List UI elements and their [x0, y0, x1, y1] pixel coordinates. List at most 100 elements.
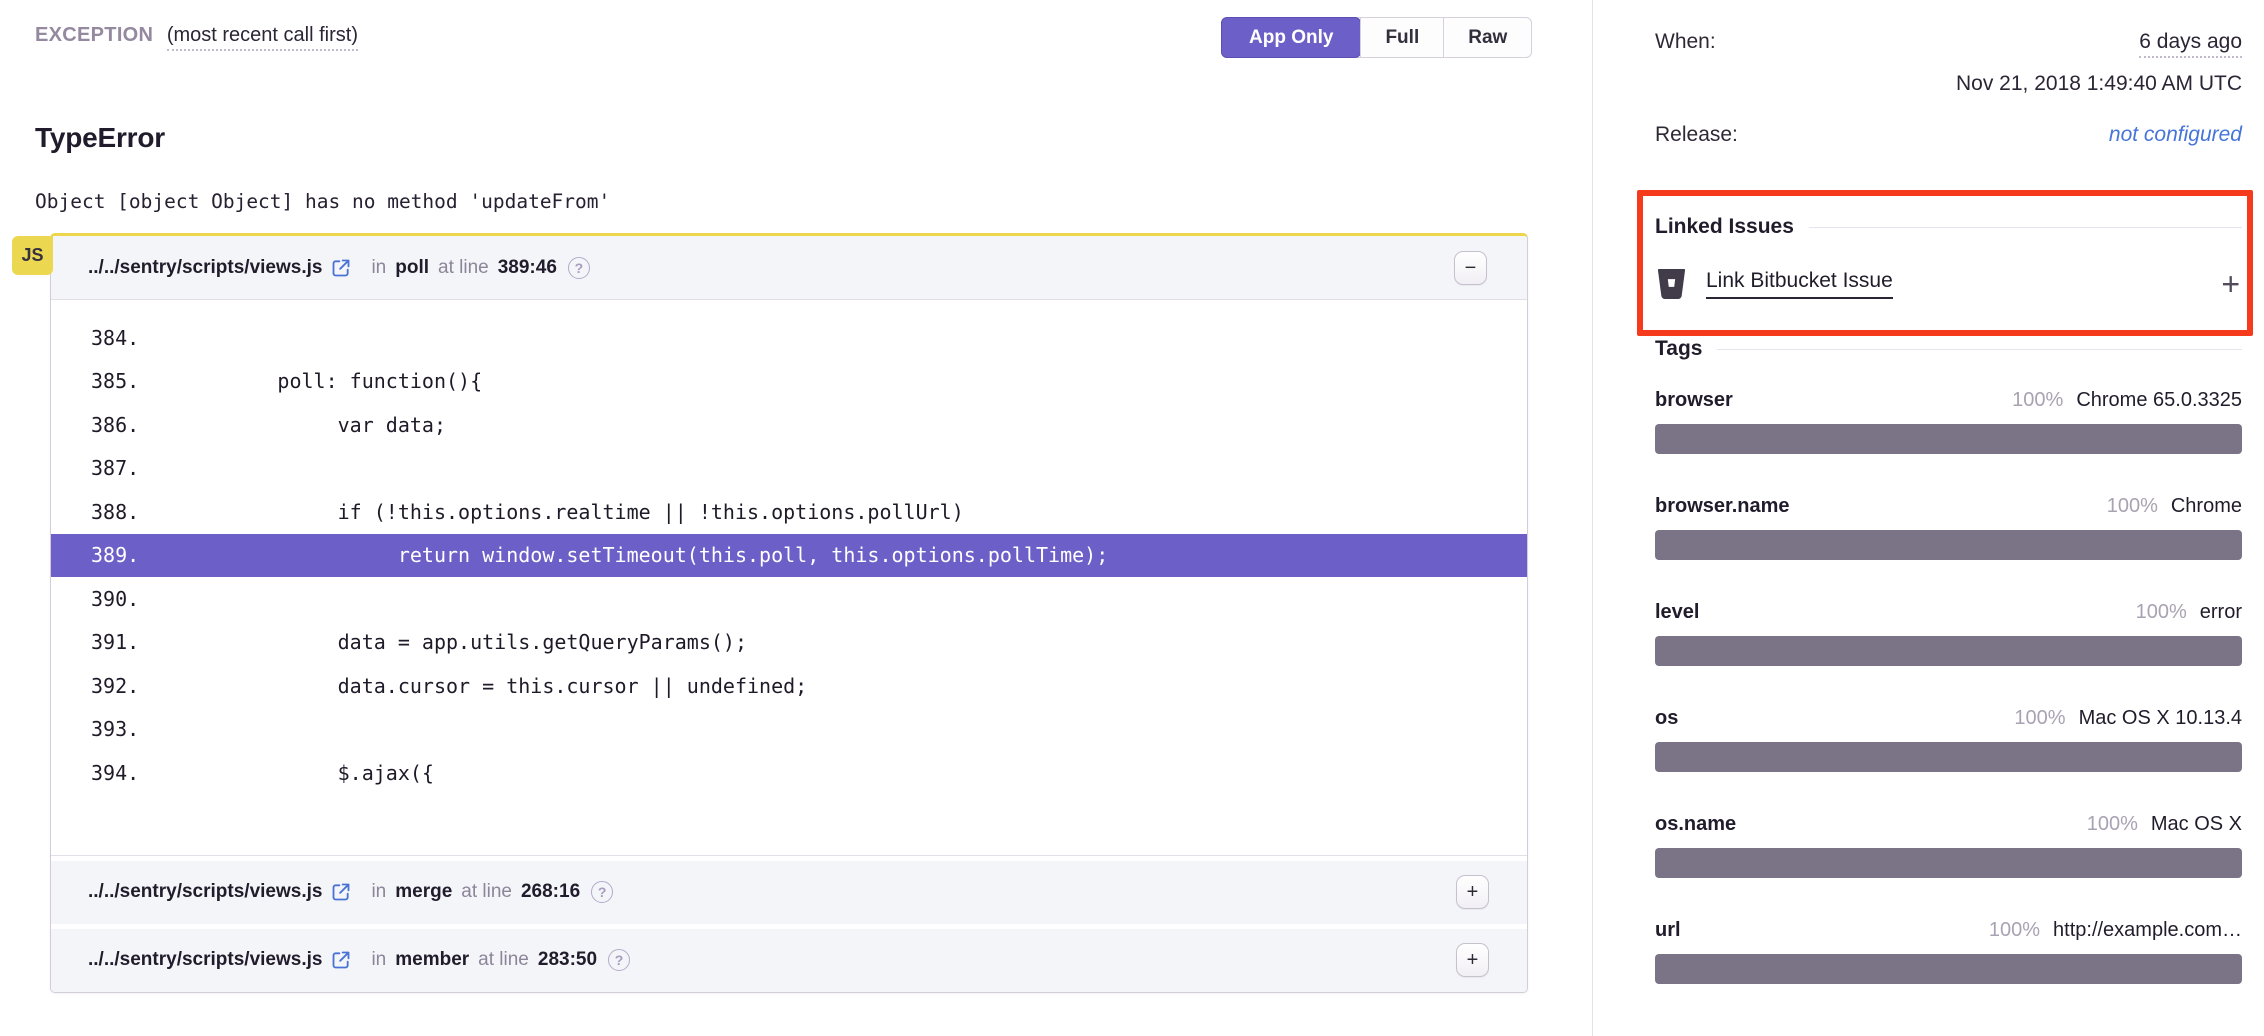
tag-value[interactable]: error	[2200, 601, 2242, 624]
code-line: 389. return window.setTimeout(this.poll,…	[51, 534, 1527, 578]
link-bitbucket-issue-link[interactable]: Link Bitbucket Issue	[1706, 269, 1893, 299]
frame-filename[interactable]: ../../sentry/scripts/views.js	[88, 257, 322, 279]
exception-label-text: EXCEPTION	[35, 24, 153, 46]
when-relative[interactable]: 6 days ago	[2139, 30, 2242, 58]
line-code: if (!this.options.realtime || !this.opti…	[157, 500, 964, 524]
external-link-icon[interactable]	[331, 950, 351, 970]
tag-value[interactable]: Mac OS X 10.13.4	[2079, 707, 2242, 730]
frame-in-label: in	[371, 257, 386, 279]
view-toggle-app-only[interactable]: App Only	[1221, 17, 1361, 58]
exception-type: TypeError	[35, 122, 165, 154]
frame-header-expanded[interactable]: ../../sentry/scripts/views.js in poll at…	[51, 236, 1527, 299]
code-line: 390.	[51, 577, 1527, 621]
line-number: 389.	[91, 543, 157, 567]
tag-value[interactable]: Chrome 65.0.3325	[2076, 389, 2242, 412]
tag-key[interactable]: level	[1655, 601, 2136, 624]
tag-percent: 100%	[2014, 707, 2065, 730]
when-label: When:	[1655, 30, 1716, 54]
tag-item: browser 100% Chrome 65.0.3325	[1655, 389, 2242, 454]
view-toggle-group: App OnlyFullRaw	[1221, 17, 1532, 58]
line-code: data = app.utils.getQueryParams();	[157, 630, 747, 654]
tag-bar	[1655, 530, 2242, 560]
code-line: 394. $.ajax({	[51, 751, 1527, 795]
collapse-frame-button[interactable]: −	[1454, 251, 1487, 285]
frame-lineno: 283:50	[538, 949, 597, 971]
external-link-icon[interactable]	[331, 882, 351, 902]
release-label: Release:	[1655, 123, 1738, 147]
frame-filename[interactable]: ../../sentry/scripts/views.js	[88, 881, 322, 903]
tags-title: Tags	[1655, 337, 1702, 361]
platform-js-badge: JS	[12, 236, 53, 275]
frame-header-collapsed[interactable]: ../../sentry/scripts/views.js in member …	[51, 924, 1527, 992]
frame-filename[interactable]: ../../sentry/scripts/views.js	[88, 949, 322, 971]
external-link-icon[interactable]	[331, 258, 351, 278]
frame-lineno: 389:46	[498, 257, 557, 279]
tag-bar-track	[1655, 636, 2242, 666]
line-code: return window.setTimeout(this.poll, this…	[157, 543, 1108, 567]
add-linked-issue-button[interactable]: +	[2221, 268, 2240, 300]
tag-key[interactable]: url	[1655, 919, 1989, 942]
tag-percent: 100%	[2087, 813, 2138, 836]
exception-order-note[interactable]: (most recent call first)	[167, 24, 358, 51]
when-absolute: Nov 21, 2018 1:49:40 AM UTC	[1655, 72, 2242, 96]
line-code: poll: function(){	[157, 369, 482, 393]
heading-rule	[1717, 349, 2242, 350]
code-block: 384. 385. poll: function(){ 386. var dat…	[51, 299, 1527, 856]
expand-frame-button[interactable]: +	[1456, 943, 1489, 977]
bitbucket-icon	[1655, 267, 1688, 300]
tag-bar	[1655, 742, 2242, 772]
expand-frame-button[interactable]: +	[1456, 875, 1489, 909]
frame-function: poll	[395, 257, 429, 279]
code-line: 391. data = app.utils.getQueryParams();	[51, 621, 1527, 665]
line-number: 391.	[91, 630, 157, 654]
line-number: 386.	[91, 413, 157, 437]
frame-function: merge	[395, 881, 452, 903]
code-line: 388. if (!this.options.realtime || !this…	[51, 490, 1527, 534]
exception-section-label: EXCEPTION (most recent call first)	[35, 24, 358, 47]
frame-header-collapsed[interactable]: ../../sentry/scripts/views.js in merge a…	[51, 856, 1527, 924]
code-line: 392. data.cursor = this.cursor || undefi…	[51, 664, 1527, 708]
line-code: $.ajax({	[157, 761, 434, 785]
release-value[interactable]: not configured	[2109, 123, 2242, 147]
linked-issues-heading: Linked Issues	[1655, 215, 2242, 239]
tag-bar-track	[1655, 742, 2242, 772]
tag-value[interactable]: http://example.com…	[2053, 919, 2242, 942]
exception-message: Object [object Object] has no method 'up…	[35, 190, 610, 213]
tag-item: os.name 100% Mac OS X	[1655, 813, 2242, 878]
code-line: 393.	[51, 708, 1527, 752]
frame-at-label: at line	[461, 881, 512, 903]
frame-in-label: in	[371, 881, 386, 903]
code-line: 387.	[51, 447, 1527, 491]
red-annotation-box	[1637, 190, 2253, 336]
release-row: Release: not configured	[1655, 123, 2242, 147]
tag-bar-track	[1655, 848, 2242, 878]
tag-value[interactable]: Mac OS X	[2151, 813, 2242, 836]
tag-bar-track	[1655, 530, 2242, 560]
frame-in-label: in	[371, 949, 386, 971]
link-bitbucket-row: Link Bitbucket Issue +	[1655, 267, 2242, 300]
code-line: 386. var data;	[51, 403, 1527, 447]
line-number: 385.	[91, 369, 157, 393]
tag-key[interactable]: browser.name	[1655, 495, 2107, 518]
tag-list: browser 100% Chrome 65.0.3325 browser.na…	[1655, 389, 2242, 984]
tag-percent: 100%	[1989, 919, 2040, 942]
tag-bar-track	[1655, 424, 2242, 454]
tag-percent: 100%	[2012, 389, 2063, 412]
line-number: 390.	[91, 587, 157, 611]
tag-item: url 100% http://example.com…	[1655, 919, 2242, 984]
tag-key[interactable]: browser	[1655, 389, 2012, 412]
tag-key[interactable]: os	[1655, 707, 2014, 730]
help-icon[interactable]: ?	[568, 257, 590, 279]
view-toggle-raw[interactable]: Raw	[1443, 18, 1531, 57]
tag-key[interactable]: os.name	[1655, 813, 2087, 836]
line-code: var data;	[157, 413, 446, 437]
help-icon[interactable]: ?	[591, 881, 613, 903]
line-number: 384.	[91, 326, 157, 350]
help-icon[interactable]: ?	[608, 949, 630, 971]
tag-value[interactable]: Chrome	[2171, 495, 2242, 518]
tags-heading: Tags	[1655, 337, 2242, 361]
linked-issues-title: Linked Issues	[1655, 215, 1794, 239]
when-row: When: 6 days ago	[1655, 30, 2242, 58]
view-toggle-full[interactable]: Full	[1360, 18, 1443, 57]
line-code: data.cursor = this.cursor || undefined;	[157, 674, 807, 698]
